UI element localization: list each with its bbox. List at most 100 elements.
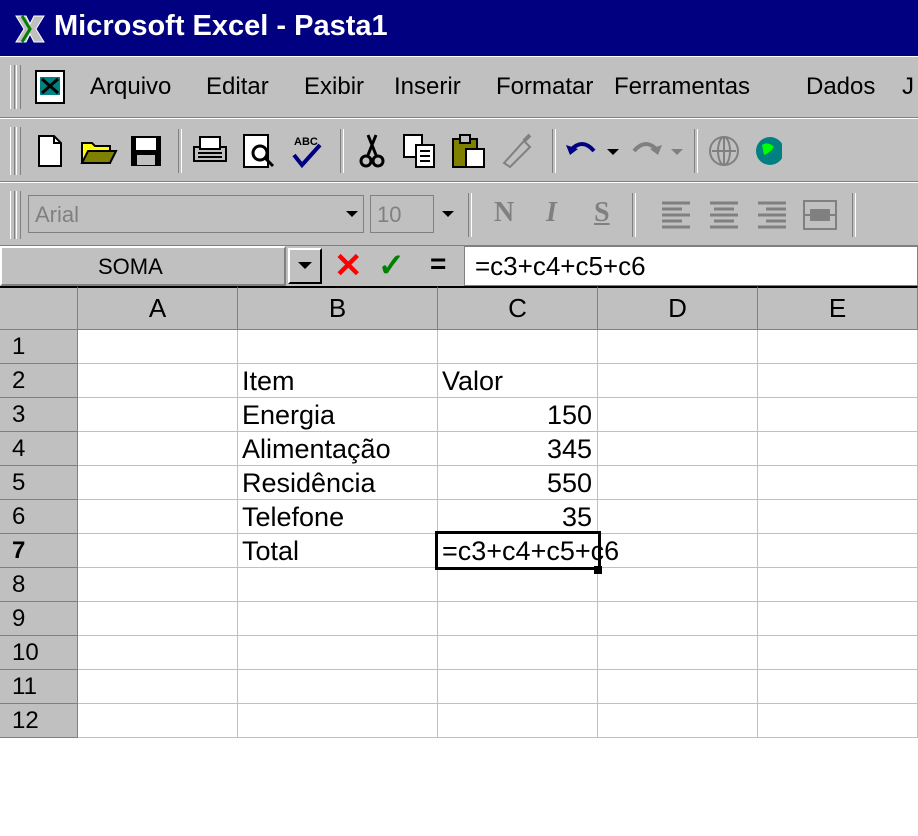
grid-cell[interactable] [598,466,758,500]
grid-cell[interactable] [78,670,238,704]
cell-c7[interactable]: =c3+c4+c5+c6 [442,534,742,568]
grid-cell[interactable] [758,534,918,568]
grid-cell[interactable] [598,636,758,670]
grid-cell[interactable] [598,330,758,364]
row-header[interactable]: 6 [0,500,78,534]
row-header[interactable]: 4 [0,432,78,466]
align-left-icon[interactable] [656,195,696,235]
cell-b6[interactable]: Telefone [238,500,438,534]
grid-cell[interactable] [758,704,918,738]
cut-icon[interactable] [352,131,392,171]
grid-cell[interactable] [78,568,238,602]
row-header[interactable]: 10 [0,636,78,670]
chevron-down-icon[interactable] [666,131,688,171]
grid-cell[interactable] [598,432,758,466]
bold-button[interactable]: N [494,197,514,229]
toolbar-grip-2[interactable] [16,191,21,239]
menu-arquivo[interactable]: Arquivo [90,73,171,101]
row-header[interactable]: 12 [0,704,78,738]
open-folder-icon[interactable] [78,131,118,171]
grid-cell[interactable] [758,398,918,432]
row-header[interactable]: 9 [0,602,78,636]
grid-cell[interactable] [438,704,598,738]
row-header[interactable]: 1 [0,330,78,364]
grid-cell[interactable] [438,670,598,704]
cancel-icon[interactable]: ✕ [334,246,363,286]
grid-cell[interactable] [238,670,438,704]
merge-center-icon[interactable] [800,195,840,235]
row-header[interactable]: 11 [0,670,78,704]
chevron-down-icon[interactable] [436,195,460,233]
web-globe-icon[interactable] [704,131,744,171]
grid-cell[interactable] [438,602,598,636]
grid-cell[interactable] [238,704,438,738]
row-header[interactable]: 2 [0,364,78,398]
spelling-icon[interactable]: ABC [286,131,326,171]
cell-b7[interactable]: Total [238,534,438,568]
font-size-box[interactable]: 10 [370,195,434,233]
grid-cell[interactable] [78,500,238,534]
paste-icon[interactable] [448,131,488,171]
font-name-box[interactable]: Arial [28,195,364,233]
grid-cell[interactable] [78,432,238,466]
grid-cell[interactable] [238,636,438,670]
underline-button[interactable]: S [594,197,610,229]
align-center-icon[interactable] [704,195,744,235]
grid-cell[interactable] [78,364,238,398]
toolbar-grip-2[interactable] [16,127,21,175]
copy-icon[interactable] [400,131,440,171]
chevron-down-icon[interactable] [602,131,624,171]
menu-exibir[interactable]: Exibir [304,73,364,101]
print-icon[interactable] [190,131,230,171]
grid-cell[interactable] [78,330,238,364]
column-header[interactable]: D [598,286,758,330]
grid-cell[interactable] [78,398,238,432]
grid-cell[interactable] [758,432,918,466]
grid-cell[interactable] [598,364,758,398]
edit-formula-button[interactable]: = [430,248,446,280]
menu-ferramentas[interactable]: Ferramentas [614,73,750,101]
save-icon[interactable] [126,131,166,171]
cell-c6[interactable]: 35 [438,500,598,534]
select-all-button[interactable] [0,286,78,330]
chevron-down-icon[interactable] [340,195,364,233]
undo-icon[interactable] [562,131,602,171]
cell-b4[interactable]: Alimentação [238,432,438,466]
menu-editar[interactable]: Editar [206,73,269,101]
menubar-grip-2[interactable] [16,65,21,109]
grid-cell[interactable] [598,500,758,534]
row-header[interactable]: 8 [0,568,78,602]
column-header[interactable]: C [438,286,598,330]
column-header[interactable]: E [758,286,918,330]
grid-cell[interactable] [758,364,918,398]
grid-cell[interactable] [598,670,758,704]
grid-cell[interactable] [758,636,918,670]
grid-cell[interactable] [758,568,918,602]
cell-b5[interactable]: Residência [238,466,438,500]
grid-cell[interactable] [238,602,438,636]
cell-b3[interactable]: Energia [238,398,438,432]
grid-cell[interactable] [238,330,438,364]
formula-input[interactable]: =c3+c4+c5+c6 [464,246,918,286]
menu-janela[interactable]: J [902,73,914,101]
name-box-dropdown[interactable] [288,248,322,284]
grid-cell[interactable] [758,670,918,704]
cell-b2[interactable]: Item [238,364,438,398]
grid-cell[interactable] [598,704,758,738]
grid-cell[interactable] [78,466,238,500]
print-preview-icon[interactable] [238,131,278,171]
grid-cell[interactable] [598,568,758,602]
name-box[interactable]: SOMA [0,246,286,286]
workbook-icon[interactable] [30,67,70,107]
menubar-grip[interactable] [10,65,15,109]
grid-cell[interactable] [438,636,598,670]
grid-cell[interactable] [78,636,238,670]
enter-icon[interactable]: ✓ [378,246,405,284]
grid-cell[interactable] [438,568,598,602]
format-painter-icon[interactable] [496,131,536,171]
align-right-icon[interactable] [752,195,792,235]
column-header[interactable]: B [238,286,438,330]
menu-dados[interactable]: Dados [806,73,875,101]
menu-formatar[interactable]: Formatar [496,73,593,101]
cell-c2[interactable]: Valor [438,364,598,398]
